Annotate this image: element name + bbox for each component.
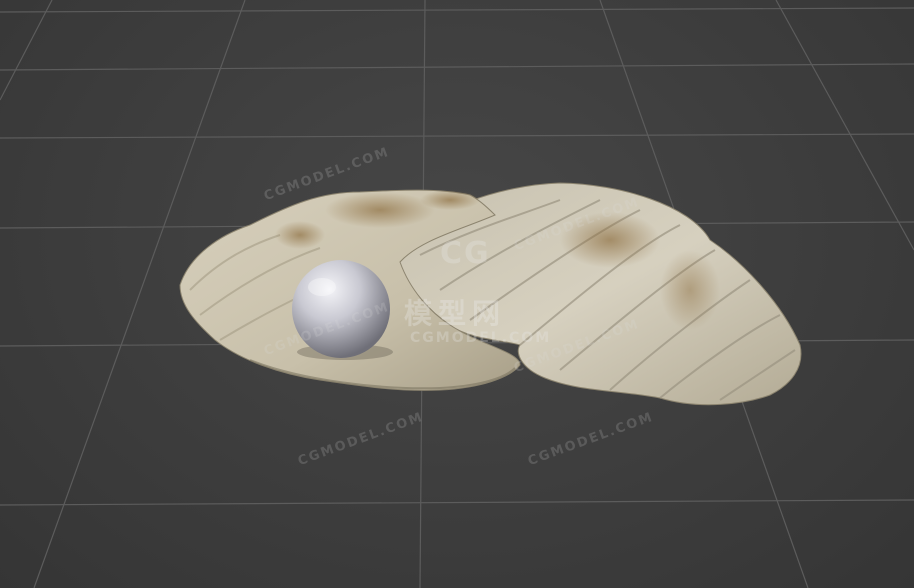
3d-viewport[interactable]: CGMODEL.COM CGMODEL.COM CGMODEL.COM CGMO… (0, 0, 914, 588)
watermark-logo-letters: CG (440, 236, 491, 271)
watermark-logo-subtitle: CGMODEL.COM (410, 330, 552, 346)
watermark-logo-chinese: 模型网 (404, 297, 507, 330)
